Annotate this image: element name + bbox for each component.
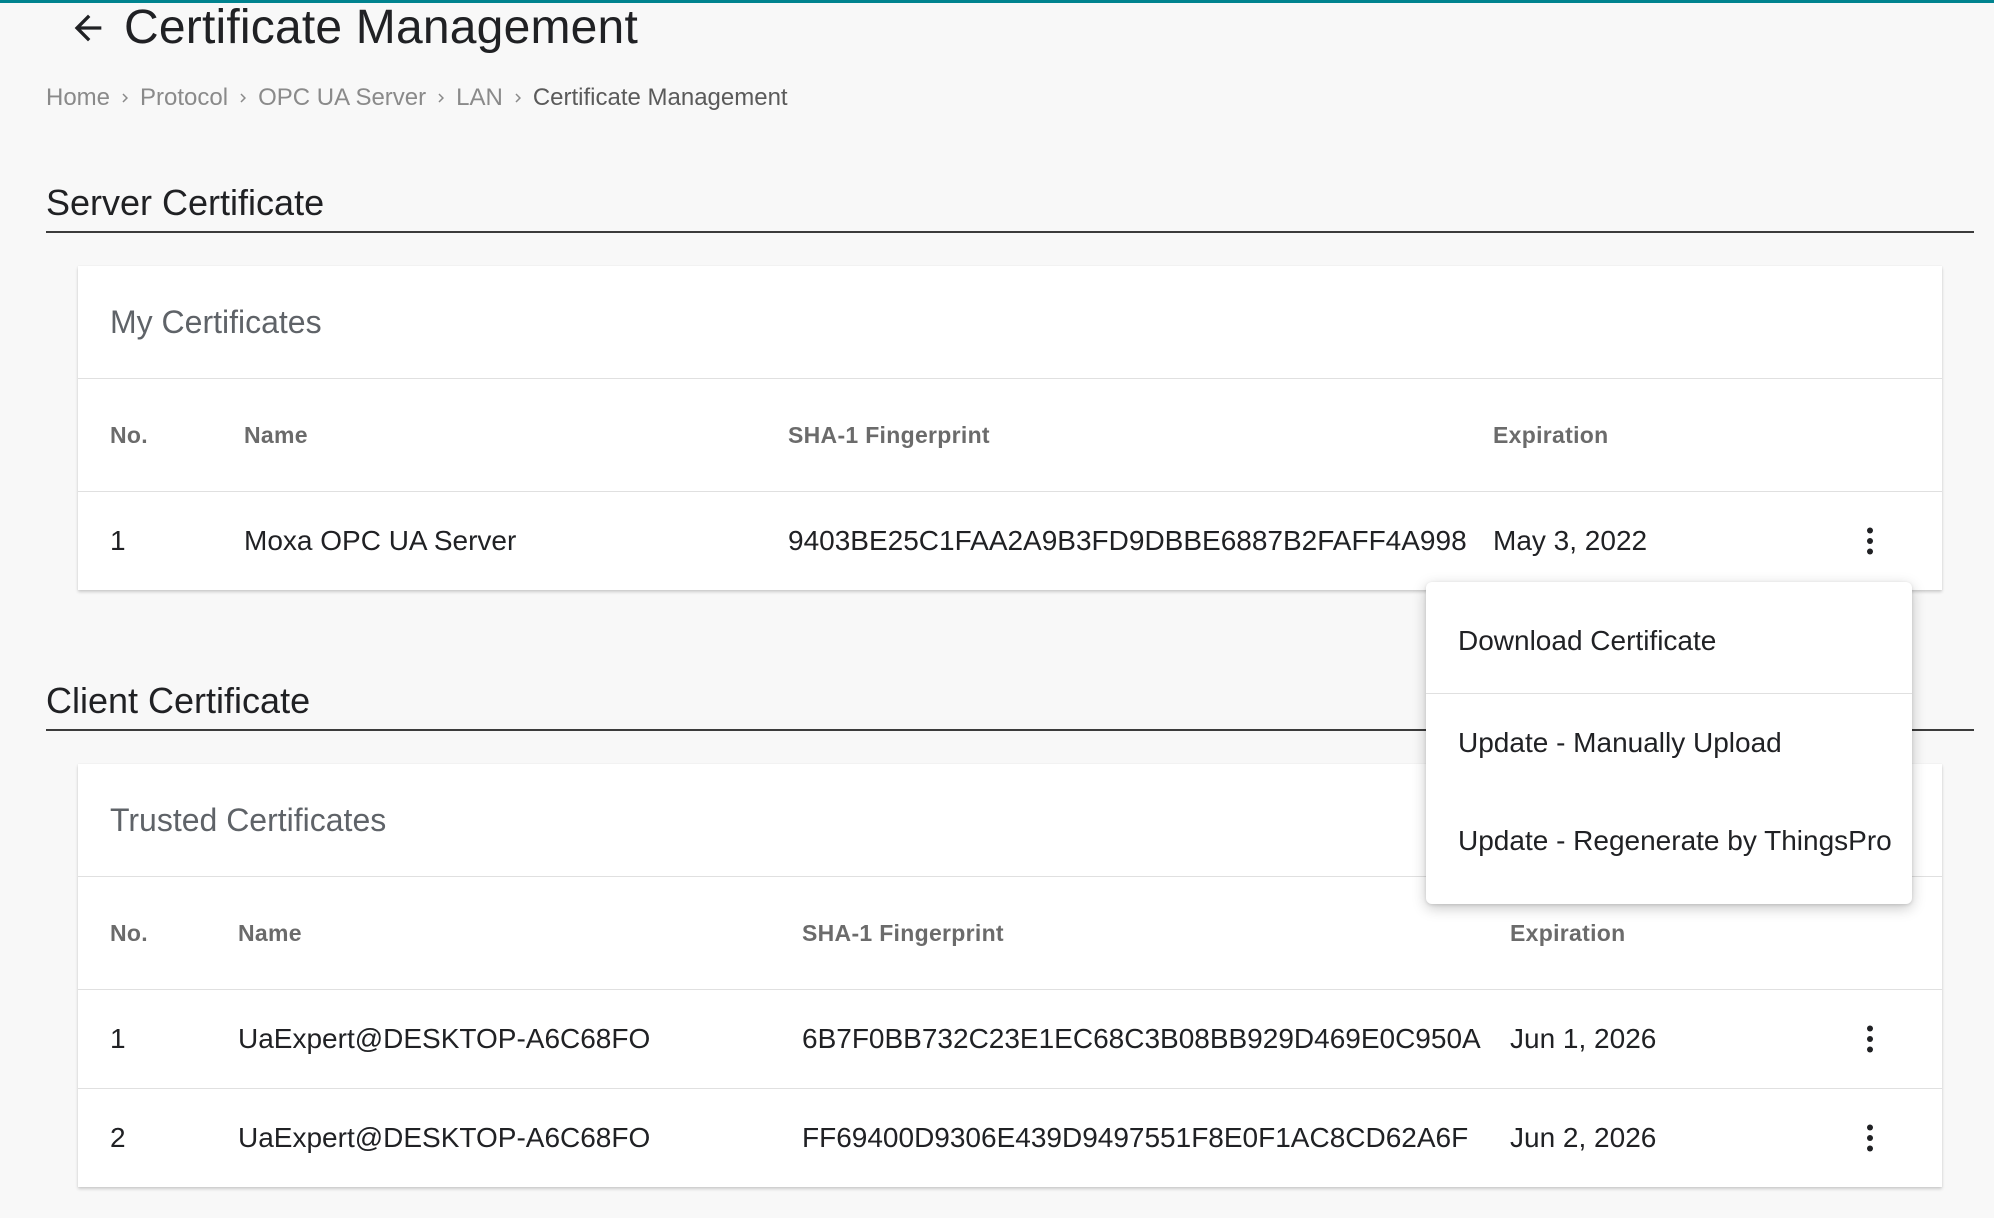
- more-vertical-icon: [1867, 1025, 1873, 1053]
- server-certificate-heading: Server Certificate: [46, 182, 325, 223]
- menu-item-download-certificate[interactable]: Download Certificate: [1426, 582, 1912, 694]
- certificate-name: Moxa OPC UA Server: [244, 525, 517, 556]
- breadcrumb-current: Certificate Management: [532, 84, 788, 111]
- page-title: Certificate Management: [124, 1, 638, 54]
- column-header-name: Name: [238, 919, 302, 946]
- breadcrumb: Home Protocol OPC UA Server LAN Certific…: [46, 84, 788, 112]
- breadcrumb-lan[interactable]: LAN: [456, 84, 503, 112]
- row-actions-menu: Download Certificate Update - Manually U…: [1426, 582, 1912, 904]
- certificate-name: UaExpert@DESKTOP-A6C68FO: [238, 1122, 651, 1153]
- column-header-name: Name: [244, 421, 308, 448]
- certificate-name: UaExpert@DESKTOP-A6C68FO: [238, 1023, 651, 1054]
- chevron-right-icon: [426, 89, 456, 107]
- column-header-no: No.: [110, 919, 148, 946]
- chevron-right-icon: [228, 89, 258, 107]
- menu-item-regenerate[interactable]: Update - Regenerate by ThingsPro: [1426, 792, 1912, 890]
- card-title: My Certificates: [78, 266, 1942, 379]
- chevron-right-icon: [110, 89, 140, 107]
- my-certificates-card: My Certificates No. Name SHA-1 Fingerpri…: [78, 266, 1942, 590]
- certificate-expiration: May 3, 2022: [1493, 525, 1648, 556]
- menu-item-manual-upload[interactable]: Update - Manually Upload: [1426, 694, 1912, 792]
- certificate-fingerprint: 9403BE25C1FAA2A9B3FD9DBBE6887B2FAFF4A998: [788, 525, 1467, 556]
- breadcrumb-opc-ua-server[interactable]: OPC UA Server: [258, 84, 426, 112]
- row-number: 2: [110, 1122, 126, 1153]
- row-number: 1: [110, 1023, 126, 1054]
- breadcrumb-protocol[interactable]: Protocol: [140, 84, 228, 112]
- certificate-fingerprint: 6B7F0BB732C23E1EC68C3B08BB929D469E0C950A: [802, 1023, 1481, 1054]
- column-header-fingerprint: SHA-1 Fingerprint: [802, 919, 1004, 946]
- column-header-fingerprint: SHA-1 Fingerprint: [788, 421, 990, 448]
- certificate-expiration: Jun 2, 2026: [1510, 1122, 1657, 1153]
- more-vertical-icon: [1867, 1124, 1873, 1152]
- column-header-no: No.: [110, 421, 148, 448]
- table-row: 1 UaExpert@DESKTOP-A6C68FO 6B7F0BB732C23…: [78, 990, 1942, 1089]
- row-number: 1: [110, 525, 126, 556]
- page-header: Certificate Management: [60, 0, 638, 56]
- certificate-expiration: Jun 1, 2026: [1510, 1023, 1657, 1054]
- client-certificate-heading: Client Certificate: [46, 680, 311, 721]
- more-vertical-icon: [1867, 527, 1873, 555]
- column-header-expiration: Expiration: [1493, 421, 1609, 448]
- back-button[interactable]: [60, 0, 116, 56]
- chevron-right-icon: [503, 89, 533, 107]
- breadcrumb-home[interactable]: Home: [46, 84, 110, 112]
- table-row: 1 Moxa OPC UA Server 9403BE25C1FAA2A9B3F…: [78, 492, 1942, 590]
- certificate-fingerprint: FF69400D9306E439D9497551F8E0F1AC8CD62A6F: [802, 1122, 1469, 1153]
- row-actions-button[interactable]: [1846, 492, 1894, 590]
- section-divider: [46, 231, 1974, 233]
- table-header: No. Name SHA-1 Fingerprint Expiration: [78, 379, 1942, 492]
- arrow-left-icon: [74, 14, 102, 42]
- row-actions-button[interactable]: [1846, 990, 1894, 1088]
- row-actions-button[interactable]: [1846, 1089, 1894, 1187]
- table-row: 2 UaExpert@DESKTOP-A6C68FO FF69400D9306E…: [78, 1089, 1942, 1187]
